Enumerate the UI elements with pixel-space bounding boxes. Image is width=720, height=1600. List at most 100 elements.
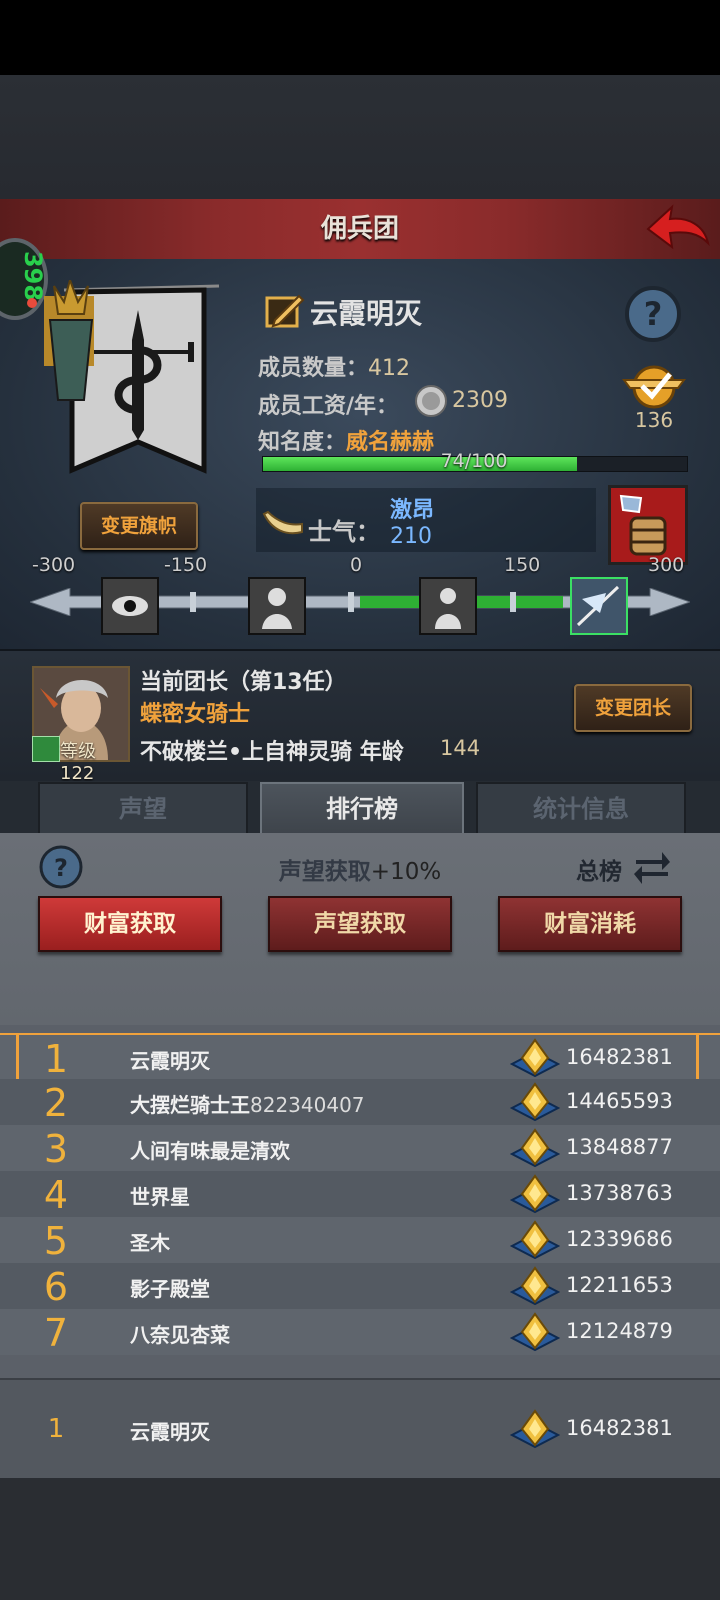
salary-row: 成员工资/年： — [258, 388, 398, 420]
table-row[interactable]: 2 大摆烂骑士王822340407 14465593 — [0, 1079, 720, 1125]
tick-label: -150 — [164, 554, 208, 576]
table-row[interactable]: 4 世界星 13738763 — [0, 1171, 720, 1217]
horn-icon — [262, 510, 304, 540]
table-row[interactable]: 3 人间有味最是清欢 13848877 — [0, 1125, 720, 1171]
guild-name: 圣木 — [130, 1231, 170, 1255]
rank-number: 1 — [47, 1414, 65, 1444]
rank-number: 4 — [43, 1173, 69, 1217]
tab-statistics[interactable]: 统计信息 — [476, 782, 686, 836]
medal-icon — [509, 1082, 561, 1122]
bonus-label: 声望获取 — [278, 859, 371, 885]
members-label: 成员数量： — [258, 356, 369, 381]
back-button[interactable] — [646, 203, 710, 255]
rank-number: 6 — [43, 1265, 69, 1309]
rank-number: 2 — [43, 1081, 69, 1125]
silver-coin-icon — [414, 384, 448, 418]
tick-label: 150 — [504, 554, 541, 576]
bonus-percent: +10% — [370, 859, 442, 885]
wealth-gain-button[interactable]: 财富获取 — [38, 896, 222, 952]
table-row[interactable]: 5 圣木 12339686 — [0, 1217, 720, 1263]
medal-icon — [509, 1312, 561, 1352]
leader-age: 144 — [440, 736, 481, 760]
reputation-gain-button[interactable]: 声望获取 — [268, 896, 452, 952]
medal-icon — [509, 1174, 561, 1214]
bottom-background — [0, 1478, 720, 1600]
morale-spear-icon[interactable] — [570, 577, 628, 635]
morale-state: 激昂 — [390, 498, 435, 523]
salary-value: 2309 — [452, 388, 508, 413]
total-ranking-label[interactable]: 总榜 — [576, 852, 622, 886]
salary-label: 成员工资/年： — [258, 394, 399, 419]
change-leader-button[interactable]: 变更团长 — [574, 684, 692, 732]
swap-icon[interactable] — [632, 846, 672, 886]
guild-name: 云霞明灭 — [310, 297, 423, 330]
shield-value: 136 — [634, 408, 674, 432]
page-title: 佣兵团 — [320, 214, 399, 244]
banner-flag-icon — [44, 276, 220, 474]
members-value: 412 — [368, 356, 411, 381]
edit-name-icon[interactable] — [265, 292, 305, 330]
score: 12211653 — [566, 1273, 673, 1297]
guild-name: 人间有味最是清欢 — [130, 1139, 290, 1163]
back-arrow-icon — [646, 204, 710, 250]
leader-level: 等级122 — [60, 741, 96, 784]
fame-progress-text: 74/100 — [440, 450, 508, 472]
my-ranking-row[interactable]: 1 云霞明灭 16482381 — [0, 1406, 720, 1452]
table-row[interactable]: 7 八奈见杏菜 12124879 — [0, 1309, 720, 1355]
checkmark-shield-icon[interactable] — [622, 362, 686, 412]
leader-info: 不破楼兰•上自神灵骑 年龄 — [140, 740, 404, 765]
tick-label: -300 — [32, 554, 76, 576]
top-background — [0, 75, 720, 199]
medal-icon — [509, 1038, 561, 1078]
score: 12339686 — [566, 1227, 673, 1251]
guild-name: 大摆烂骑士王822340407 — [130, 1093, 365, 1117]
svg-text:?: ? — [644, 295, 663, 333]
morale-label: 士气： — [308, 518, 380, 546]
guild-name: 影子殿堂 — [130, 1277, 210, 1301]
tick-label: 0 — [350, 554, 363, 576]
medal-icon — [509, 1128, 561, 1168]
tick-label: 300 — [648, 554, 685, 576]
barrel-axe-icon[interactable] — [608, 485, 688, 565]
morale-calm-icon[interactable] — [419, 577, 477, 635]
guild-name: 云霞明灭 — [130, 1049, 210, 1073]
morale-value: 210 — [390, 524, 432, 549]
score: 16482381 — [566, 1045, 673, 1069]
morale-eye-icon[interactable] — [101, 577, 159, 635]
leader-level-tag: 等级122 — [32, 736, 130, 784]
table-row[interactable]: 1 云霞明灭 16482381 — [0, 1033, 720, 1083]
tab-ranking[interactable]: 排行榜 — [260, 782, 464, 834]
question-icon: ? — [625, 286, 681, 342]
guild-name: 世界星 — [130, 1185, 190, 1209]
medal-icon — [509, 1220, 561, 1260]
rank-number: 1 — [43, 1037, 69, 1081]
wealth-spend-button[interactable]: 财富消耗 — [498, 896, 682, 952]
members-row: 成员数量：412 — [258, 350, 410, 382]
rank-number: 5 — [43, 1219, 69, 1263]
change-flag-button[interactable]: 变更旗帜 — [80, 502, 198, 550]
score: 16482381 — [566, 1416, 673, 1440]
notification-dot — [27, 298, 37, 308]
tab-reputation[interactable]: 声望 — [38, 782, 248, 836]
side-badge-text: 398 — [19, 250, 48, 302]
highlight-edge — [696, 1035, 699, 1079]
leader-title: 当前团长（第13任） — [140, 670, 347, 695]
leader-name: 蝶密女骑士 — [140, 702, 251, 727]
medal-icon — [509, 1409, 561, 1449]
guild-banner — [44, 276, 224, 490]
table-row[interactable]: 6 影子殿堂 12211653 — [0, 1263, 720, 1309]
class-icon — [32, 736, 60, 762]
score: 13738763 — [566, 1181, 673, 1205]
rank-number: 7 — [43, 1311, 69, 1355]
guild-name: 云霞明灭 — [130, 1420, 210, 1444]
score: 14465593 — [566, 1089, 673, 1113]
help-button[interactable]: ? — [624, 285, 682, 343]
morale-despair-icon[interactable] — [248, 577, 306, 635]
rank-number: 3 — [43, 1127, 69, 1171]
highlight-edge — [16, 1035, 19, 1079]
score: 12124879 — [566, 1319, 673, 1343]
guild-name: 八奈见杏菜 — [130, 1323, 230, 1347]
medal-icon — [509, 1266, 561, 1306]
score: 13848877 — [566, 1135, 673, 1159]
ranking-list[interactable]: 1 云霞明灭 16482381 2 大摆烂骑士王822340407 14465593 3 人间… — [0, 1033, 720, 1369]
